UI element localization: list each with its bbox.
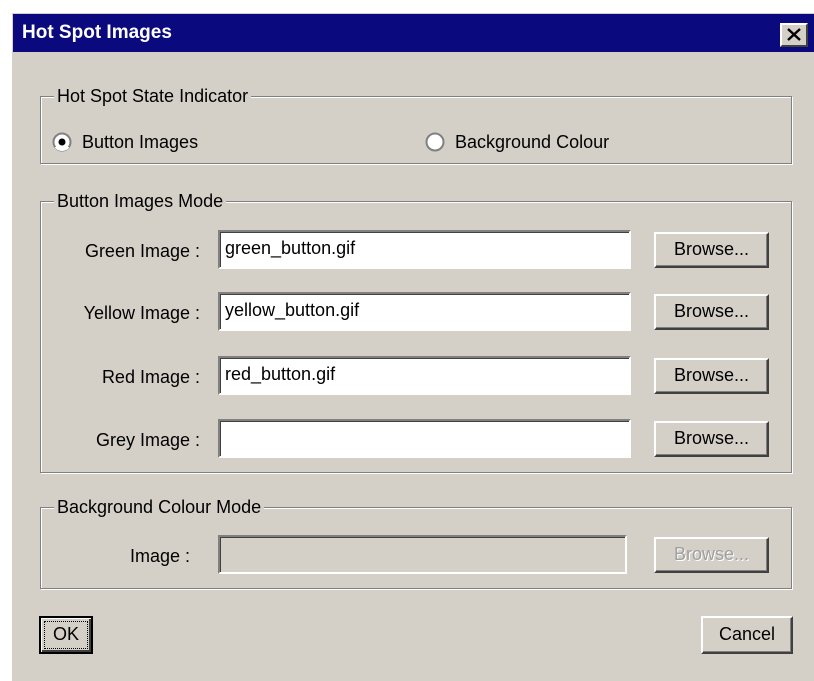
radio-background-colour-label: Background Colour — [455, 132, 610, 152]
state-indicator-legend: Hot Spot State Indicator — [54, 86, 252, 106]
cancel-button[interactable]: Cancel — [701, 616, 793, 654]
background-image-label: Image : — [129, 546, 190, 566]
yellow-image-label: Yellow Image : — [83, 303, 200, 323]
background-browse-button[interactable]: Browse... — [654, 537, 769, 573]
red-image-field[interactable]: red_button.gif — [218, 356, 631, 395]
yellow-browse-button[interactable]: Browse... — [654, 294, 769, 330]
grey-browse-button[interactable]: Browse... — [654, 421, 769, 457]
background-image-field[interactable] — [218, 535, 627, 574]
green-browse-button[interactable]: Browse... — [654, 232, 769, 268]
button-images-mode-legend: Button Images Mode — [54, 191, 227, 211]
grey-image-label: Grey Image : — [95, 430, 200, 450]
red-browse-button[interactable]: Browse... — [654, 358, 769, 394]
radio-button-images[interactable]: Button Images — [52, 132, 198, 152]
radio-button-images-label: Button Images — [82, 132, 199, 152]
ok-button[interactable]: OK — [39, 616, 93, 654]
grey-image-field[interactable] — [218, 419, 631, 458]
dialog-title: Hot Spot Images — [22, 22, 172, 43]
green-image-label: Green Image : — [84, 241, 200, 261]
close-icon — [787, 28, 801, 41]
yellow-image-field[interactable]: yellow_button.gif — [218, 292, 631, 331]
green-image-field[interactable]: green_button.gif — [218, 230, 631, 269]
background-colour-mode-legend: Background Colour Mode — [54, 497, 265, 517]
close-button[interactable] — [780, 23, 808, 47]
radio-unselected-icon — [425, 132, 445, 152]
state-indicator-group — [40, 96, 792, 164]
radio-background-colour[interactable]: Background Colour — [425, 132, 609, 152]
radio-selected-icon — [52, 132, 72, 152]
red-image-label: Red Image : — [101, 367, 200, 387]
